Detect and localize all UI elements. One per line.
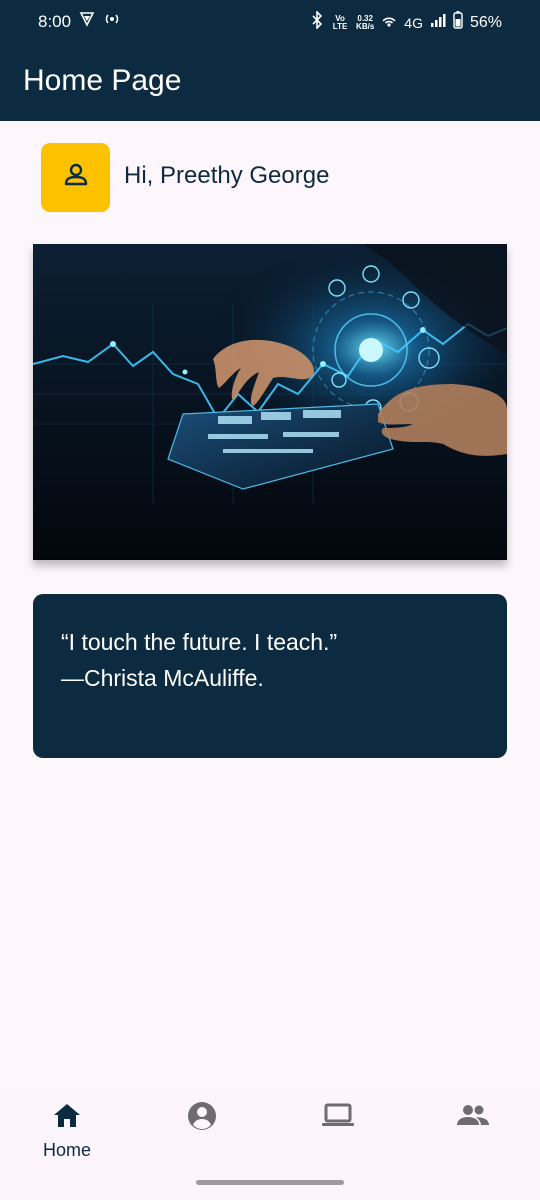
bluetooth-icon [310, 10, 324, 34]
home-icon [52, 1101, 82, 1134]
status-bar: 8:00 Vo LTE 0.32 KB/s 4G 56% [0, 0, 540, 44]
people-icon [456, 1101, 490, 1134]
volte-label: Vo LTE [332, 13, 348, 31]
quote-text: “I touch the future. I teach.” [61, 629, 338, 655]
status-right: Vo LTE 0.32 KB/s 4G 56% [310, 10, 502, 34]
laptop-icon [321, 1101, 355, 1134]
hero-image [33, 244, 507, 560]
status-left: 8:00 [38, 11, 121, 32]
network-type: 4G [404, 14, 423, 31]
net-speed-unit: KB/s [356, 21, 375, 31]
signal-icon [430, 12, 446, 33]
status-time: 8:00 [38, 11, 72, 31]
gesture-bar[interactable] [196, 1180, 344, 1185]
battery-percent: 56% [469, 13, 502, 31]
avatar[interactable] [41, 143, 110, 212]
nav-item-people[interactable] [433, 1101, 513, 1134]
account-icon [187, 1101, 217, 1136]
nav-label-home: Home [42, 1140, 91, 1160]
user-greeting: Hi, Preethy George [124, 162, 330, 189]
page-title: Home Page [23, 64, 182, 97]
nav-item-laptop[interactable] [298, 1101, 378, 1134]
hotspot-icon [103, 11, 121, 32]
person-icon [63, 162, 89, 193]
net-speed: 0.32 KB/s [356, 14, 375, 31]
nav-item-account[interactable] [162, 1101, 242, 1136]
digital-technology-image [33, 244, 507, 560]
app-bar: Home Page [0, 44, 540, 121]
vpn-icon [79, 11, 95, 32]
battery-icon [453, 11, 463, 34]
nav-item-home[interactable]: Home [27, 1101, 107, 1161]
quote-card: “I touch the future. I teach.” —Christa … [33, 594, 507, 758]
quote-author: —Christa McAuliffe. [61, 665, 264, 691]
wifi-icon [381, 12, 397, 33]
